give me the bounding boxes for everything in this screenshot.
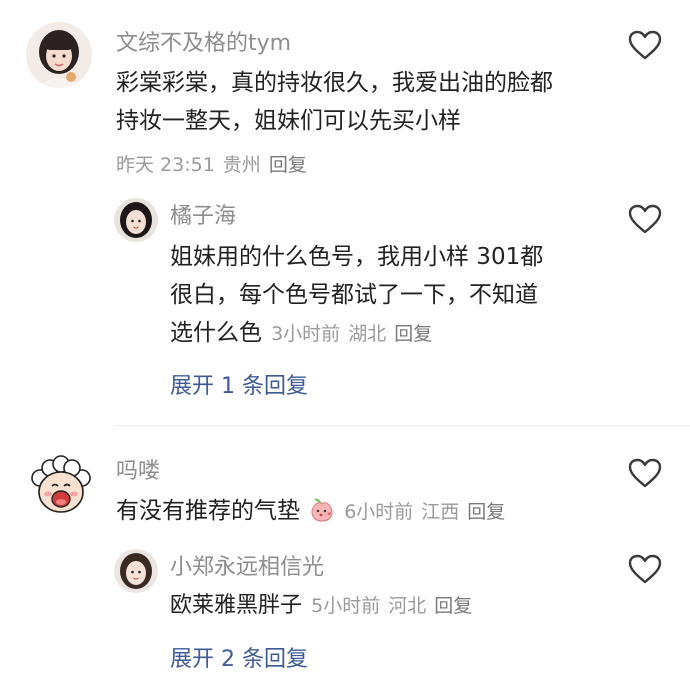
user-avatar-icon — [26, 22, 92, 88]
comment-meta: 6小时前 江西 回复 — [344, 501, 513, 523]
reply-username[interactable]: 小郑永远相信光 — [170, 554, 324, 582]
comment-location: 江西 — [421, 501, 460, 523]
comment-text-line: 彩棠彩棠，真的持妆很久，我爱出油的脸都 — [116, 70, 553, 96]
reply-text: 欧莱雅黑胖子 — [170, 593, 303, 618]
divider — [115, 425, 690, 426]
reply-text-line: 姐妹用的什么色号，我用小样 301都 — [170, 244, 544, 270]
comment-time: 昨天 23:51 — [116, 154, 215, 176]
user-avatar-icon — [114, 549, 158, 593]
avatar[interactable] — [26, 22, 92, 88]
comment-text: 有没有推荐的气垫 — [116, 498, 300, 524]
like-heart-icon[interactable] — [628, 30, 662, 60]
comment-username[interactable]: 文综不及格的tym — [116, 30, 291, 58]
avatar[interactable] — [114, 198, 158, 242]
reply-text-line: 选什么色 — [170, 320, 262, 346]
reply-meta: 5小时前 河北 回复 — [311, 595, 480, 617]
comment-text-line: 持妆一整天，姐妹们可以先买小样 — [116, 108, 461, 134]
cartoon-avatar-icon — [26, 452, 96, 522]
comment-username[interactable]: 吗喽 — [116, 458, 160, 486]
expand-replies-button[interactable]: 展开 2 条回复 — [170, 641, 308, 673]
user-avatar-icon — [114, 198, 158, 242]
reply-meta: 3小时前 湖北 回复 — [271, 323, 440, 345]
expand-replies-button[interactable]: 展开 1 条回复 — [170, 368, 308, 400]
reply-location: 湖北 — [348, 323, 387, 345]
reply-button[interactable]: 回复 — [467, 501, 505, 523]
avatar[interactable] — [26, 452, 96, 522]
comment-meta: 昨天 23:51 贵州 回复 — [116, 150, 315, 177]
like-heart-icon[interactable] — [628, 458, 662, 488]
peach-emoji-icon — [311, 498, 333, 522]
comment-text-with-meta: 有没有推荐的气垫 6小时前 江西 回复 — [116, 492, 513, 532]
comment-location: 贵州 — [222, 154, 261, 176]
reply-button[interactable]: 回复 — [269, 154, 307, 176]
reply-text-with-meta: 欧莱雅黑胖子 5小时前 河北 回复 — [170, 588, 480, 625]
like-heart-icon[interactable] — [628, 554, 662, 584]
reply-button[interactable]: 回复 — [434, 595, 472, 617]
reply-time: 5小时前 — [311, 595, 381, 617]
avatar[interactable] — [114, 549, 158, 593]
reply-time: 3小时前 — [271, 323, 341, 345]
reply-location: 河北 — [388, 595, 427, 617]
reply-text-with-meta: 选什么色 3小时前 湖北 回复 — [170, 314, 440, 354]
like-heart-icon[interactable] — [628, 204, 662, 234]
reply-username[interactable]: 橘子海 — [170, 203, 236, 231]
reply-text-line: 很白，每个色号都试了一下，不知道 — [170, 282, 538, 308]
comment-time: 6小时前 — [344, 501, 414, 523]
reply-button[interactable]: 回复 — [394, 323, 432, 345]
